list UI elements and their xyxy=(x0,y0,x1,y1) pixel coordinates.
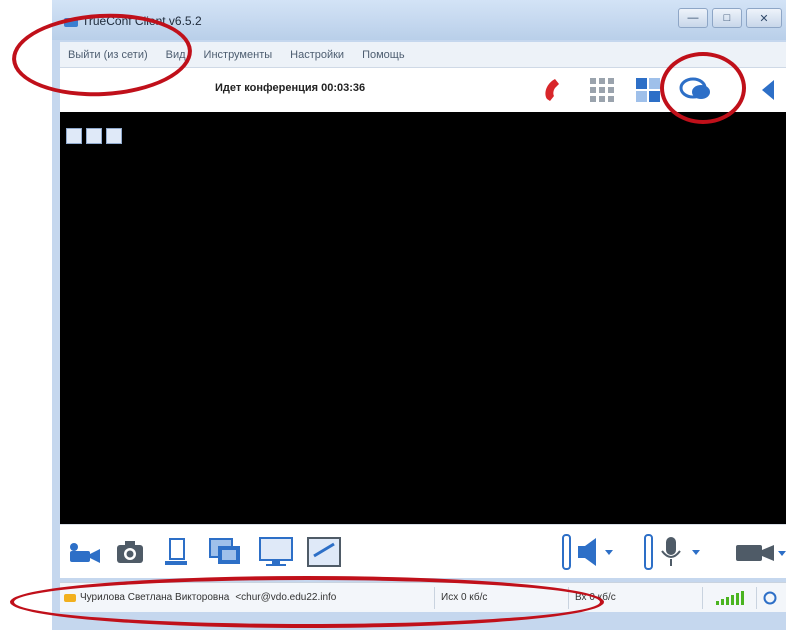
network-status-icon[interactable] xyxy=(757,587,785,609)
video-info-icon[interactable] xyxy=(86,128,102,144)
annotation-circle-statusbar xyxy=(10,576,604,628)
snapshot-icon[interactable] xyxy=(112,533,148,571)
screen-share-icon[interactable] xyxy=(256,533,296,571)
whiteboard-icon[interactable] xyxy=(304,533,344,571)
pin-icon[interactable] xyxy=(66,128,82,144)
microphone-icon[interactable] xyxy=(642,533,704,571)
menu-item-tools[interactable]: Инструменты xyxy=(204,49,273,61)
collapse-arrow-icon[interactable] xyxy=(756,72,780,108)
video-camera-icon[interactable] xyxy=(732,533,786,571)
conference-status: Идет конференция 00:03:36 xyxy=(215,82,366,94)
video-area xyxy=(60,112,786,524)
speaker-volume-icon[interactable] xyxy=(560,533,616,571)
media-controls-bar xyxy=(60,524,786,578)
camera-icon[interactable] xyxy=(66,533,104,571)
video-overlay-icons xyxy=(66,128,122,144)
close-button[interactable]: ✕ xyxy=(746,8,782,28)
slideshow-icon[interactable] xyxy=(206,533,246,571)
menu-item-help[interactable]: Помощь xyxy=(362,49,405,61)
menu-item-settings[interactable]: Настройки xyxy=(290,49,344,61)
app-screenshot: TrueConf Client v6.5.2 — □ ✕ Выйти (из с… xyxy=(0,0,786,630)
file-transfer-icon[interactable] xyxy=(158,533,194,571)
hangup-phone-icon[interactable] xyxy=(538,72,574,108)
grid-layout-icon[interactable] xyxy=(584,72,620,108)
signal-strength-icon xyxy=(703,586,757,609)
annotation-circle-chat xyxy=(660,52,746,124)
minimize-button[interactable]: — xyxy=(678,8,708,28)
video-settings-icon[interactable] xyxy=(106,128,122,144)
maximize-button[interactable]: □ xyxy=(712,8,742,28)
